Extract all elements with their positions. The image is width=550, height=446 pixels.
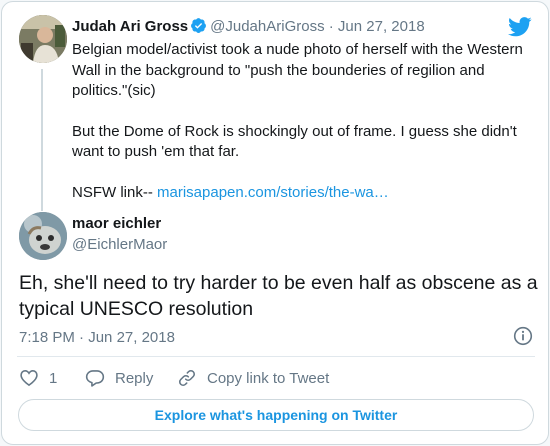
copy-link-label: Copy link to Tweet xyxy=(207,369,330,387)
link-icon xyxy=(177,368,207,388)
tweet-paragraph: But the Dome of Rock is shockingly out o… xyxy=(72,122,517,161)
tweet-paragraph: Belgian model/activist took a nude photo… xyxy=(72,41,523,99)
verified-badge-icon xyxy=(190,17,207,40)
twitter-bird-icon[interactable] xyxy=(508,17,532,42)
tweet-time[interactable]: 7:18 PM xyxy=(19,329,75,346)
author-name[interactable]: maor eichler xyxy=(72,215,161,232)
info-icon[interactable] xyxy=(513,326,533,351)
tweet-link-line: NSFW link-- marisapapen.com/stories/the-… xyxy=(72,183,534,204)
copy-link-button[interactable]: Copy link to Tweet xyxy=(177,368,329,388)
author-handle[interactable]: @JudahAriGross xyxy=(210,18,324,35)
link-prefix: NSFW link-- xyxy=(72,183,157,201)
tweet-text: Eh, she'll need to try harder to be even… xyxy=(19,272,538,320)
parent-tweet-text: Belgian model/activist took a nude photo… xyxy=(72,40,534,203)
embedded-tweet-card: Judah Ari Gross @JudahAriGross · Jun 27, … xyxy=(1,1,549,445)
author-name[interactable]: Judah Ari Gross xyxy=(72,18,188,35)
reply-bubble-icon xyxy=(85,368,115,388)
reply-label: Reply xyxy=(115,369,154,387)
heart-icon xyxy=(19,368,49,388)
like-button[interactable]: 1 xyxy=(19,368,57,388)
tweet-date[interactable]: Jun 27, 2018 xyxy=(88,329,175,346)
tweet-timestamp[interactable]: 7:18 PM · Jun 27, 2018 xyxy=(19,329,175,346)
separator-dot: · xyxy=(328,18,334,35)
reply-button[interactable]: Reply xyxy=(85,368,153,388)
author-handle[interactable]: @EichlerMaor xyxy=(72,236,167,253)
like-count: 1 xyxy=(49,369,58,387)
thread-line xyxy=(41,69,43,211)
separator-dot: · xyxy=(79,329,85,346)
avatar[interactable] xyxy=(19,212,67,260)
tweet-link[interactable]: marisapapen.com/stories/the-wa… xyxy=(157,184,389,201)
explore-twitter-button[interactable]: Explore what's happening on Twitter xyxy=(18,399,534,431)
parent-tweet-header: Judah Ari Gross @JudahAriGross · Jun 27, … xyxy=(72,17,425,40)
tweet-date[interactable]: Jun 27, 2018 xyxy=(338,18,425,35)
avatar[interactable] xyxy=(19,15,67,63)
divider xyxy=(17,356,535,357)
